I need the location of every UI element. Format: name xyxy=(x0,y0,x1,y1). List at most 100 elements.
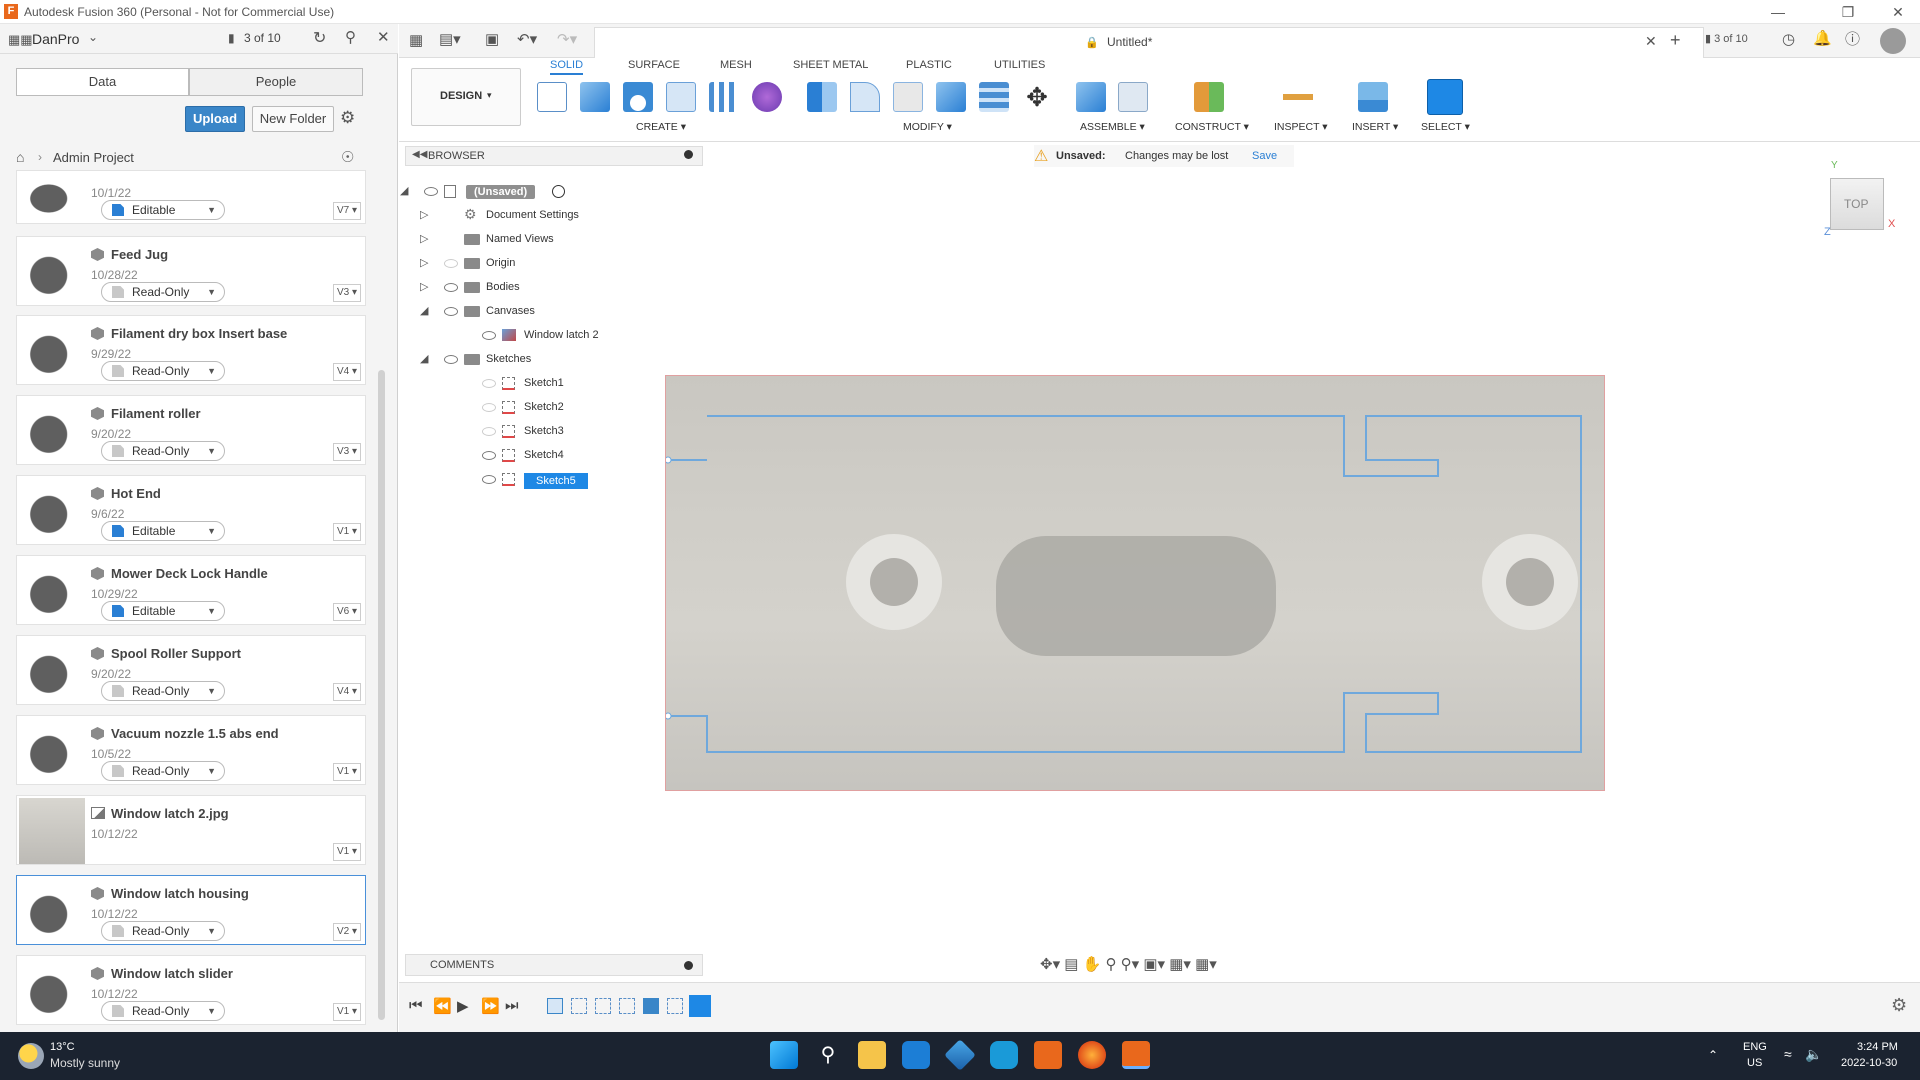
job-status-icon[interactable]: ▮ xyxy=(228,31,235,45)
version-badge[interactable]: V2 ▾ xyxy=(333,923,361,941)
globe-icon[interactable]: ☉ xyxy=(341,148,354,166)
file-name[interactable]: Window latch slider xyxy=(111,966,233,981)
file-menu-icon[interactable]: ▤▾ xyxy=(439,30,461,48)
offset-plane-icon[interactable] xyxy=(1194,82,1224,112)
avatar[interactable] xyxy=(1880,28,1906,54)
browser-node[interactable]: ◢ Canvases xyxy=(420,303,620,321)
file-card[interactable]: Hot End 9/6/22 Editable ▼ V1 ▾ xyxy=(16,475,366,545)
browser-node-label[interactable]: Sketch4 xyxy=(524,449,564,461)
version-badge[interactable]: V1 ▾ xyxy=(333,763,361,781)
undo-icon[interactable]: ↶▾ xyxy=(517,30,537,48)
create-sketch-icon[interactable] xyxy=(537,82,567,112)
browser-node-label[interactable]: Named Views xyxy=(486,233,554,245)
browser-node[interactable]: Sketch5 xyxy=(458,471,658,489)
new-folder-button[interactable]: New Folder xyxy=(252,106,334,132)
clock-date[interactable]: 2022-10-30 xyxy=(1841,1057,1897,1069)
combine-icon[interactable] xyxy=(936,82,966,112)
collapse-panel-icon[interactable]: ◀◀ xyxy=(412,149,427,160)
app-icon-n[interactable] xyxy=(990,1041,1018,1069)
file-thumbnail[interactable] xyxy=(19,239,85,305)
press-pull-icon[interactable] xyxy=(807,82,837,112)
form-icon[interactable] xyxy=(752,82,782,112)
user-dropdown[interactable]: DanPro xyxy=(32,31,79,47)
expand-toggle-icon[interactable]: ▷ xyxy=(420,256,428,269)
version-badge[interactable]: V3 ▾ xyxy=(333,284,361,302)
grid-icon[interactable]: ▦▾ xyxy=(1169,956,1191,973)
start-button[interactable] xyxy=(770,1041,798,1069)
inspect-menu[interactable]: INSPECT ▾ xyxy=(1274,121,1328,133)
tab-utilities[interactable]: UTILITIES xyxy=(994,59,1045,71)
measure-icon[interactable] xyxy=(1283,82,1313,112)
pattern-icon[interactable] xyxy=(709,82,739,112)
expand-toggle-icon[interactable]: ◢ xyxy=(420,352,428,365)
insert-image-icon[interactable] xyxy=(1358,82,1388,112)
play-icon[interactable]: ▶ xyxy=(457,997,469,1015)
browser-node-label[interactable]: Origin xyxy=(486,257,515,269)
split-icon[interactable] xyxy=(979,82,1009,112)
browser-node[interactable]: ◢ Sketches xyxy=(420,351,620,369)
visibility-eye-icon[interactable] xyxy=(482,331,496,340)
file-card[interactable]: Mower Deck Lock Handle 10/29/22 Editable ▼ V… xyxy=(16,555,366,625)
revolve-icon[interactable] xyxy=(623,82,653,112)
file-name[interactable]: Spool Roller Support xyxy=(111,646,241,661)
sketch-point[interactable] xyxy=(666,456,672,464)
upload-button[interactable]: Upload xyxy=(185,106,245,132)
file-thumbnail[interactable] xyxy=(19,958,85,1024)
job-counter-top[interactable]: ▮ 3 of 10 xyxy=(1705,32,1748,45)
browser-node-label[interactable]: Sketch3 xyxy=(524,425,564,437)
breadcrumb[interactable]: Admin Project xyxy=(53,150,134,165)
home-icon[interactable]: ⌂ xyxy=(16,149,24,165)
tab-plastic[interactable]: PLASTIC xyxy=(906,59,952,71)
browser-node-label[interactable]: Sketch5 xyxy=(524,473,588,489)
step-back-icon[interactable]: ⏪ xyxy=(433,997,452,1015)
expand-toggle-icon[interactable]: ◢ xyxy=(420,304,428,317)
save-icon[interactable]: ▣ xyxy=(485,30,499,48)
visibility-eye-icon[interactable] xyxy=(444,283,458,292)
close-panel-icon[interactable]: ✕ xyxy=(377,28,390,46)
browser-node-label[interactable]: (Unsaved) xyxy=(466,185,536,199)
file-name[interactable]: Window latch 2.jpg xyxy=(111,806,229,821)
document-tab[interactable]: 🔒 Untitled* ✕ xyxy=(594,27,1704,58)
extrude-icon[interactable] xyxy=(580,82,610,112)
visibility-eye-icon[interactable] xyxy=(482,451,496,460)
weather-temp[interactable]: 13°C xyxy=(50,1041,75,1053)
permission-dropdown[interactable]: Read-Only ▼ xyxy=(101,441,225,461)
file-name[interactable]: Filament roller xyxy=(111,406,201,421)
comments-header[interactable]: COMMENTS xyxy=(405,954,703,976)
add-comment-icon[interactable] xyxy=(684,961,693,970)
browser-node[interactable]: ▷ Named Views xyxy=(420,231,620,249)
timeline-sketch4[interactable] xyxy=(667,998,683,1014)
permission-dropdown[interactable]: Read-Only ▼ xyxy=(101,282,225,302)
weather-desc[interactable]: Mostly sunny xyxy=(50,1056,120,1070)
browser-node[interactable]: Window latch 2 xyxy=(458,327,658,345)
file-card[interactable]: Filament dry box Insert base 9/29/22 Read-… xyxy=(16,315,366,385)
viewcube[interactable]: TOP xyxy=(1830,178,1884,230)
browser-node-label[interactable]: Window latch 2 xyxy=(524,329,599,341)
save-link[interactable]: Save xyxy=(1252,150,1277,162)
timeline-canvas-item[interactable] xyxy=(547,998,563,1014)
new-tab-icon[interactable]: + xyxy=(1670,30,1681,51)
construct-menu[interactable]: CONSTRUCT ▾ xyxy=(1175,121,1249,133)
browser-node-label[interactable]: Sketch1 xyxy=(524,377,564,389)
permission-dropdown[interactable]: Editable ▼ xyxy=(101,200,225,220)
visibility-eye-icon[interactable] xyxy=(444,259,458,268)
browser-node-label[interactable]: Document Settings xyxy=(486,209,579,221)
timeline-settings-icon[interactable]: ⚙ xyxy=(1891,995,1907,1016)
visibility-eye-icon[interactable] xyxy=(424,187,438,196)
hole-icon[interactable] xyxy=(666,82,696,112)
browser-node-label[interactable]: Sketches xyxy=(486,353,531,365)
select-icon[interactable] xyxy=(1427,79,1463,115)
file-thumbnail[interactable] xyxy=(19,558,85,624)
permission-dropdown[interactable]: Editable ▼ xyxy=(101,521,225,541)
file-thumbnail[interactable] xyxy=(19,798,85,864)
version-badge[interactable]: V1 ▾ xyxy=(333,843,361,861)
pin-icon[interactable] xyxy=(684,150,693,159)
permission-dropdown[interactable]: Editable ▼ xyxy=(101,601,225,621)
permission-dropdown[interactable]: Read-Only ▼ xyxy=(101,1001,225,1021)
new-component-icon[interactable] xyxy=(1076,82,1106,112)
file-card[interactable]: Vacuum nozzle 1.5 abs end 10/5/22 Read-Onl… xyxy=(16,715,366,785)
scrollbar[interactable] xyxy=(378,370,385,1020)
timeline-sketch5[interactable] xyxy=(689,995,711,1017)
clock-icon[interactable]: ◷ xyxy=(1782,30,1795,48)
input-language[interactable]: ENG xyxy=(1743,1041,1767,1053)
